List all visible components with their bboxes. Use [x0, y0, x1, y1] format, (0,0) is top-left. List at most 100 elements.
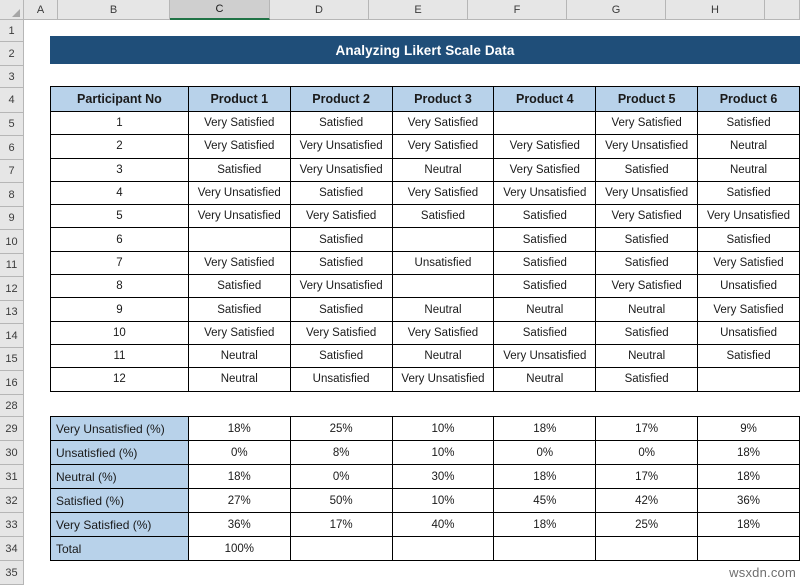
- cell-product-4[interactable]: Satisfied: [493, 227, 597, 252]
- summary-cell-product-4[interactable]: [493, 536, 597, 561]
- row-header-5[interactable]: 5: [0, 113, 24, 136]
- cell-product-5[interactable]: Satisfied: [595, 250, 699, 276]
- row-header-8[interactable]: 8: [0, 183, 24, 207]
- cell-product-2[interactable]: Satisfied: [289, 227, 393, 252]
- cell-participant-no[interactable]: 11: [50, 343, 189, 369]
- cell-participant-no[interactable]: 1: [50, 110, 189, 136]
- cell-product-1[interactable]: Neutral: [187, 343, 291, 369]
- cell-product-1[interactable]: Satisfied: [187, 157, 291, 182]
- summary-cell-product-3[interactable]: 10%: [391, 416, 495, 441]
- cell-product-3[interactable]: Very Satisfied: [391, 110, 495, 136]
- cell-product-6[interactable]: Unsatisfied: [697, 274, 800, 299]
- cell-product-4[interactable]: Neutral: [493, 297, 597, 322]
- cell-product-3[interactable]: Satisfied: [391, 204, 495, 229]
- column-header-i[interactable]: [765, 0, 800, 20]
- summary-cell-product-1[interactable]: 18%: [187, 464, 291, 489]
- cell-product-1[interactable]: [187, 227, 291, 252]
- cell-product-2[interactable]: Very Satisfied: [289, 204, 393, 229]
- summary-cell-product-6[interactable]: 36%: [697, 488, 800, 513]
- row-header-12[interactable]: 12: [0, 277, 24, 301]
- select-all-corner[interactable]: [0, 0, 24, 20]
- cell-product-3[interactable]: Unsatisfied: [391, 250, 495, 276]
- row-header-29[interactable]: 29: [0, 417, 24, 441]
- summary-cell-product-1[interactable]: 27%: [187, 488, 291, 513]
- cell-product-5[interactable]: Very Satisfied: [595, 274, 699, 299]
- summary-cell-product-5[interactable]: 17%: [595, 464, 699, 489]
- row-header-4[interactable]: 4: [0, 88, 24, 113]
- cell-product-4[interactable]: Very Satisfied: [493, 134, 597, 159]
- summary-cell-product-6[interactable]: [697, 536, 800, 561]
- summary-row-label[interactable]: Satisfied (%): [50, 488, 189, 513]
- row-header-9[interactable]: 9: [0, 207, 24, 230]
- summary-cell-product-6[interactable]: 9%: [697, 416, 800, 441]
- cell-product-3[interactable]: Neutral: [391, 157, 495, 182]
- cell-product-4[interactable]: Satisfied: [493, 204, 597, 229]
- cell-participant-no[interactable]: 10: [50, 320, 189, 345]
- cell-product-6[interactable]: Neutral: [697, 157, 800, 182]
- cell-product-4[interactable]: Very Unsatisfied: [493, 180, 597, 206]
- row-header-32[interactable]: 32: [0, 489, 24, 513]
- cell-product-6[interactable]: Satisfied: [697, 343, 800, 369]
- summary-row-label[interactable]: Neutral (%): [50, 464, 189, 489]
- row-header-2[interactable]: 2: [0, 42, 24, 66]
- summary-cell-product-3[interactable]: 40%: [391, 512, 495, 537]
- cell-product-6[interactable]: Satisfied: [697, 180, 800, 206]
- column-header-c[interactable]: C: [170, 0, 270, 20]
- cell-participant-no[interactable]: 7: [50, 250, 189, 276]
- cell-product-1[interactable]: Very Unsatisfied: [187, 204, 291, 229]
- row-header-31[interactable]: 31: [0, 465, 24, 489]
- cell-participant-no[interactable]: 6: [50, 227, 189, 252]
- cell-product-3[interactable]: [391, 227, 495, 252]
- cell-product-5[interactable]: Very Satisfied: [595, 110, 699, 136]
- cell-product-5[interactable]: Satisfied: [595, 157, 699, 182]
- cell-product-5[interactable]: Satisfied: [595, 320, 699, 345]
- cell-product-3[interactable]: Neutral: [391, 297, 495, 322]
- cell-product-3[interactable]: Very Satisfied: [391, 180, 495, 206]
- cell-participant-no[interactable]: 5: [50, 204, 189, 229]
- cell-product-1[interactable]: Very Satisfied: [187, 320, 291, 345]
- cell-product-4[interactable]: Neutral: [493, 367, 597, 392]
- summary-cell-product-5[interactable]: 42%: [595, 488, 699, 513]
- cell-product-5[interactable]: Very Satisfied: [595, 204, 699, 229]
- summary-cell-product-6[interactable]: 18%: [697, 512, 800, 537]
- row-header-13[interactable]: 13: [0, 301, 24, 324]
- cell-product-6[interactable]: Satisfied: [697, 227, 800, 252]
- cell-product-3[interactable]: Very Satisfied: [391, 320, 495, 345]
- cell-product-5[interactable]: Neutral: [595, 297, 699, 322]
- cell-product-1[interactable]: Neutral: [187, 367, 291, 392]
- row-header-34[interactable]: 34: [0, 537, 24, 561]
- summary-cell-product-3[interactable]: 10%: [391, 440, 495, 465]
- summary-row-label[interactable]: Total: [50, 536, 189, 561]
- cell-participant-no[interactable]: 12: [50, 367, 189, 392]
- summary-cell-product-4[interactable]: 45%: [493, 488, 597, 513]
- cell-product-5[interactable]: Neutral: [595, 343, 699, 369]
- cell-product-2[interactable]: Satisfied: [289, 110, 393, 136]
- summary-cell-product-5[interactable]: 25%: [595, 512, 699, 537]
- summary-cell-product-4[interactable]: 18%: [493, 464, 597, 489]
- cell-product-2[interactable]: Satisfied: [289, 250, 393, 276]
- row-header-10[interactable]: 10: [0, 230, 24, 254]
- cell-product-4[interactable]: Very Unsatisfied: [493, 343, 597, 369]
- cell-product-2[interactable]: Very Unsatisfied: [289, 157, 393, 182]
- cell-product-2[interactable]: Very Unsatisfied: [289, 134, 393, 159]
- cell-product-1[interactable]: Very Satisfied: [187, 134, 291, 159]
- row-header-16[interactable]: 16: [0, 371, 24, 395]
- cell-product-1[interactable]: Very Satisfied: [187, 110, 291, 136]
- row-header-7[interactable]: 7: [0, 160, 24, 183]
- cell-product-2[interactable]: Very Satisfied: [289, 320, 393, 345]
- row-header-28[interactable]: 28: [0, 395, 24, 417]
- summary-cell-product-4[interactable]: 0%: [493, 440, 597, 465]
- summary-cell-product-3[interactable]: 30%: [391, 464, 495, 489]
- row-header-33[interactable]: 33: [0, 513, 24, 537]
- cell-participant-no[interactable]: 8: [50, 274, 189, 299]
- cell-product-6[interactable]: Very Unsatisfied: [697, 204, 800, 229]
- cell-product-3[interactable]: [391, 274, 495, 299]
- summary-cell-product-1[interactable]: 18%: [187, 416, 291, 441]
- column-header-g[interactable]: G: [567, 0, 666, 20]
- cell-product-4[interactable]: Satisfied: [493, 250, 597, 276]
- row-header-3[interactable]: 3: [0, 66, 24, 88]
- cell-product-1[interactable]: Satisfied: [187, 274, 291, 299]
- cell-product-3[interactable]: Neutral: [391, 343, 495, 369]
- cell-product-4[interactable]: [493, 110, 597, 136]
- summary-cell-product-1[interactable]: 100%: [187, 536, 291, 561]
